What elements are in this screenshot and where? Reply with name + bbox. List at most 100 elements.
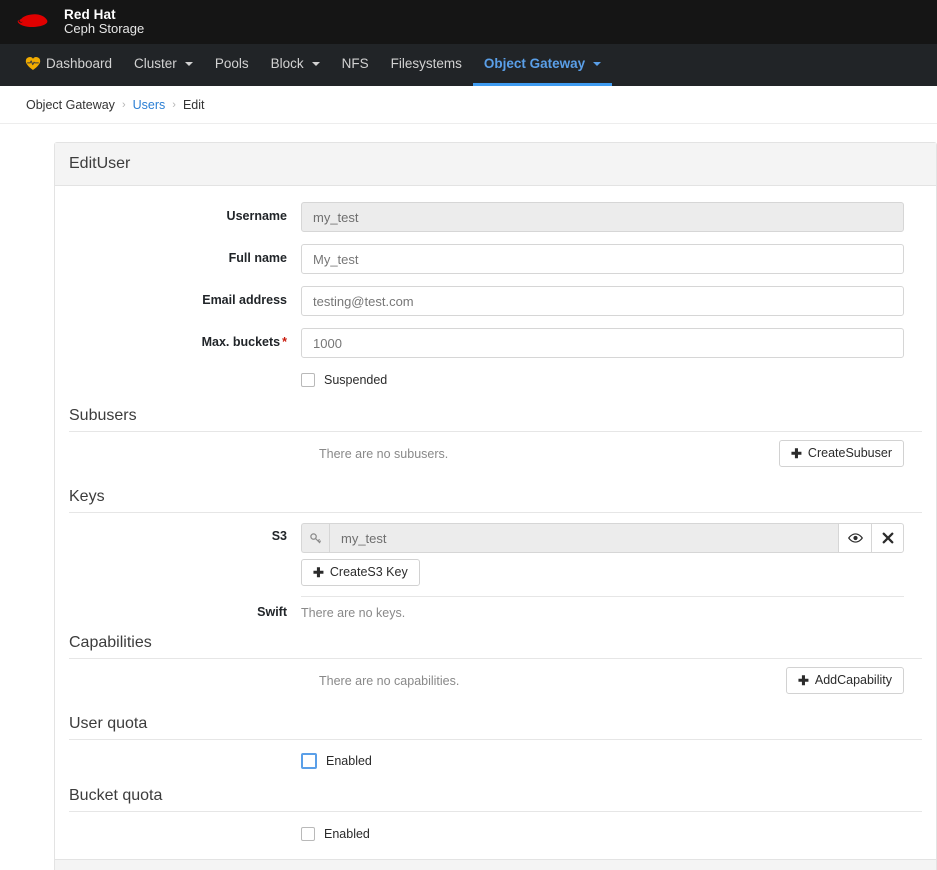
delete-s3-key-button[interactable]: [871, 523, 904, 553]
breadcrumb-root[interactable]: Object Gateway: [26, 98, 115, 112]
nav-label-filesystems: Filesystems: [390, 56, 462, 71]
nav-label-nfs: NFS: [341, 56, 369, 71]
nav-item-nfs[interactable]: NFS: [331, 44, 380, 86]
add-capability-label: AddCapability: [814, 672, 892, 687]
nav-label-cluster: Cluster: [134, 56, 177, 71]
form-row-suspended: Suspended: [69, 370, 922, 387]
label-maxbuckets: Max. buckets *: [69, 328, 301, 349]
subusers-content: There are no subusers.: [301, 446, 779, 461]
nav-label-dashboard: Dashboard: [46, 56, 113, 71]
label-fullname: Full name: [228, 251, 287, 265]
health-heart-icon: [25, 57, 41, 70]
form-row-user-quota-enabled: Enabled: [69, 750, 922, 769]
bucket-quota-enabled-checkbox[interactable]: [301, 827, 315, 841]
fullname-input[interactable]: [301, 244, 904, 274]
card-body: Username Full name Email address Max. bu…: [55, 186, 936, 859]
suspended-label: Suspended: [324, 373, 388, 387]
form-row-maxbuckets: Max. buckets *: [69, 328, 922, 358]
section-title-keys: Keys: [69, 480, 922, 513]
user-quota-enabled-checkbox[interactable]: [301, 753, 317, 769]
swift-content: There are no keys.: [301, 605, 922, 620]
bucket-quota-checkbox-row[interactable]: Enabled: [301, 824, 904, 841]
show-s3-key-button[interactable]: [838, 523, 871, 553]
section-title-user-quota: User quota: [69, 707, 922, 740]
required-marker: *: [282, 335, 287, 349]
card-title: EditUser: [55, 143, 936, 186]
key-icon-svg: [310, 532, 321, 543]
nav-item-pools[interactable]: Pools: [204, 44, 260, 86]
chevron-down-icon: [593, 61, 602, 66]
create-s3-key-wrap: ✚ CreateS3 Key: [301, 559, 922, 597]
bucket-quota-spacer: [69, 824, 301, 831]
field-wrap-email: [301, 286, 922, 316]
plus-icon: ✚: [791, 445, 802, 461]
label-username: Username: [226, 209, 287, 223]
create-s3-key-button[interactable]: ✚ CreateS3 Key: [301, 559, 420, 586]
user-quota-enabled-label: Enabled: [326, 754, 372, 768]
s3-key-input[interactable]: [329, 523, 838, 553]
label-email: Email address: [202, 293, 287, 307]
label-maxbuckets-text: Max. buckets: [201, 335, 281, 349]
nav-label-object-gateway: Object Gateway: [483, 56, 586, 71]
form-row-email: Email address: [69, 286, 922, 316]
field-wrap-suspended: Suspended: [301, 370, 922, 387]
email-input[interactable]: [301, 286, 904, 316]
section-title-subusers: Subusers: [69, 399, 922, 432]
nav-item-cluster[interactable]: Cluster: [123, 44, 204, 86]
subusers-empty-text: There are no subusers.: [319, 446, 449, 461]
s3-key-input-group: [301, 523, 904, 553]
breadcrumb-current: Edit: [182, 97, 205, 112]
nav-label-pools: Pools: [214, 56, 249, 71]
breadcrumb-separator-icon: ›: [172, 98, 176, 111]
label-swift: Swift: [257, 605, 287, 619]
swift-empty-text: There are no keys.: [301, 606, 406, 620]
field-wrap-fullname: [301, 244, 922, 274]
capabilities-empty-row: There are no capabilities. ✚ AddCapabili…: [69, 659, 922, 701]
form-row-create-s3-key: ✚ CreateS3 Key: [69, 559, 922, 597]
suspended-checkbox[interactable]: [301, 373, 315, 387]
create-s3-key-label: CreateS3 Key: [329, 565, 408, 580]
maxbuckets-input[interactable]: [301, 328, 904, 358]
section-title-bucket-quota: Bucket quota: [69, 779, 922, 812]
form-row-fullname: Full name: [69, 244, 922, 274]
user-quota-checkbox-row[interactable]: Enabled: [301, 750, 904, 769]
label-s3: S3: [271, 529, 287, 543]
main-navigation: Dashboard Cluster Pools Block NFS Filesy…: [0, 44, 937, 86]
nav-label-block: Block: [270, 56, 304, 71]
plus-icon: ✚: [797, 672, 809, 688]
create-subuser-button[interactable]: ✚ CreateSubuser: [779, 439, 904, 467]
eye-icon: [847, 533, 863, 543]
form-row-username: Username: [69, 202, 922, 232]
user-quota-field: Enabled: [301, 750, 922, 769]
nav-item-block[interactable]: Block: [260, 44, 331, 86]
nav-item-object-gateway[interactable]: Object Gateway: [472, 44, 613, 86]
form-row-swift: Swift There are no keys.: [69, 605, 922, 620]
nav-item-filesystems[interactable]: Filesystems: [380, 44, 473, 86]
page-content: EditUser Username Full name Email addres…: [0, 124, 937, 870]
breadcrumb-separator-icon: ›: [121, 98, 126, 111]
add-capability-button[interactable]: ✚ AddCapability: [785, 666, 904, 694]
field-wrap-s3: [301, 523, 922, 553]
close-x-icon: [882, 532, 893, 544]
suspended-checkbox-row[interactable]: Suspended: [301, 370, 904, 387]
breadcrumb-link-users[interactable]: Users: [133, 98, 166, 112]
bucket-quota-field: Enabled: [301, 824, 922, 841]
form-row-bucket-quota-enabled: Enabled: [69, 824, 922, 841]
card-footer: EditUser Cancel: [55, 859, 936, 870]
chevron-down-icon: [184, 61, 193, 66]
nav-item-dashboard[interactable]: Dashboard: [14, 44, 123, 86]
brand-bar: Red Hat Ceph Storage: [0, 0, 937, 44]
brand-title: Red Hat: [64, 7, 116, 23]
keys-divider: [301, 596, 904, 597]
bucket-quota-enabled-label: Enabled: [324, 827, 370, 841]
username-input[interactable]: [301, 202, 904, 232]
label-suspended-spacer: [69, 370, 301, 377]
brand-subtitle: Ceph Storage: [64, 21, 145, 37]
create-subuser-label: CreateSubuser: [807, 445, 892, 460]
capabilities-content: There are no capabilities.: [301, 673, 786, 688]
subusers-empty-row: There are no subusers. ✚ CreateSubuser: [69, 432, 922, 474]
edit-user-card: EditUser Username Full name Email addres…: [54, 142, 937, 870]
field-wrap-username: [301, 202, 922, 232]
user-quota-spacer: [69, 750, 301, 757]
create-s3-key-spacer: [69, 559, 301, 566]
